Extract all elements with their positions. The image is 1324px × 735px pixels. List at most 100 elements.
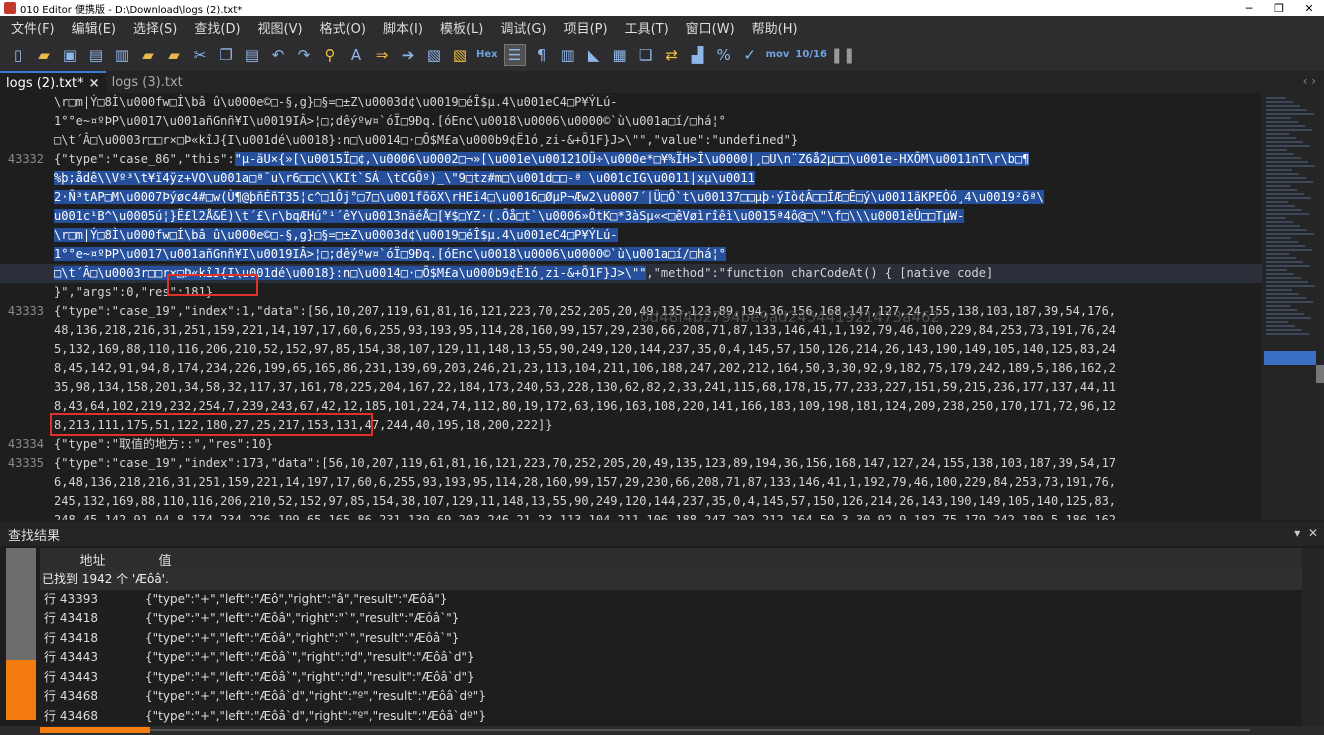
result-row[interactable]: 行 43468 {"type":"+","left":"Æôâ`d","right… bbox=[40, 687, 1302, 707]
pause-icon[interactable]: ❚❚ bbox=[830, 45, 855, 65]
paste-icon[interactable]: ▤ bbox=[242, 45, 262, 65]
result-row[interactable]: 行 43418 {"type":"+","left":"Æôâ","right":… bbox=[40, 609, 1302, 629]
editor-line[interactable]: 48,136,218,216,31,251,159,221,14,197,17,… bbox=[0, 321, 1262, 340]
save-icon[interactable]: ▣ bbox=[60, 45, 80, 65]
results-hscrollbar[interactable] bbox=[0, 726, 1324, 735]
minimap[interactable] bbox=[1262, 93, 1324, 520]
columns-icon[interactable]: ▥ bbox=[558, 45, 578, 65]
new-file-icon[interactable]: ▯ bbox=[8, 45, 28, 65]
menu-help[interactable]: 帮助(H) bbox=[741, 18, 804, 37]
results-vscrollbar[interactable] bbox=[1302, 548, 1324, 726]
mov-button[interactable]: mov bbox=[766, 45, 790, 65]
base-convert-button[interactable]: 10/16 bbox=[795, 45, 826, 65]
editor-line[interactable]: \r□m|Ý□8Ì\u000fw□Í\bâ û\u000e©□-§,g}□§=□… bbox=[0, 93, 1262, 112]
editor-line[interactable]: \r□m|Ý□8Ì\u000fw□Í\bâ û\u000e©□-§,g}□§=□… bbox=[0, 226, 1262, 245]
editor-line[interactable]: 43334 {"type":"取值的地方::","res":10} bbox=[0, 435, 1262, 454]
bookmark-icon[interactable]: ▧ bbox=[424, 45, 444, 65]
editor-line[interactable]: 6,48,136,218,216,31,251,159,221,14,197,1… bbox=[0, 473, 1262, 492]
menu-project[interactable]: 项目(P) bbox=[553, 18, 614, 37]
menu-view[interactable]: 视图(V) bbox=[247, 18, 309, 37]
menu-format[interactable]: 格式(O) bbox=[309, 18, 372, 37]
menu-script[interactable]: 脚本(I) bbox=[372, 18, 429, 37]
calculator-icon[interactable]: ▦ bbox=[610, 45, 630, 65]
editor-line[interactable]: 43335 {"type":"case_19","index":173,"data… bbox=[0, 454, 1262, 473]
save-all-icon[interactable]: ▥ bbox=[112, 45, 132, 65]
menu-select[interactable]: 选择(S) bbox=[122, 18, 183, 37]
minimap-line bbox=[1266, 225, 1300, 227]
pin-icon[interactable]: ▾ bbox=[1294, 526, 1300, 540]
menu-window[interactable]: 窗口(W) bbox=[675, 18, 741, 37]
editor-scrollbar-thumb[interactable] bbox=[1316, 365, 1324, 383]
histogram-icon[interactable]: ▟ bbox=[688, 45, 708, 65]
column-header-value[interactable]: 值 bbox=[145, 550, 185, 569]
editor-line[interactable]: 35,98,134,158,201,34,58,32,117,37,161,78… bbox=[0, 378, 1262, 397]
tab-logs-3[interactable]: logs (3).txt bbox=[106, 71, 189, 93]
copy-icon[interactable]: ❐ bbox=[216, 45, 236, 65]
minimize-button[interactable]: ─ bbox=[1234, 2, 1264, 15]
minimap-line bbox=[1266, 105, 1300, 107]
cut-icon[interactable]: ✂ bbox=[190, 45, 210, 65]
compare-icon[interactable]: ❏ bbox=[636, 45, 656, 65]
editor-line[interactable]: 1°°e~¤ºÞP\u0017\u001añGnñ¥I\u0019IÂ>¦□;d… bbox=[0, 245, 1262, 264]
editor-line[interactable]: 8,45,142,91,94,8,174,234,226,199,65,165,… bbox=[0, 359, 1262, 378]
menu-tools[interactable]: 工具(T) bbox=[614, 18, 675, 37]
open-folder-icon[interactable]: ▰ bbox=[34, 45, 54, 65]
close-panel-icon[interactable]: ✕ bbox=[1308, 526, 1318, 540]
text-editor[interactable]: \r□m|Ý□8Ì\u000fw□Í\bâ û\u000e©□-§,g}□§=□… bbox=[0, 93, 1262, 520]
editor-line[interactable]: 43332 {"type":"case_86","this":"µ-äU×{»[\… bbox=[0, 150, 1262, 169]
editor-line[interactable]: 5,132,169,88,110,116,206,210,52,152,97,8… bbox=[0, 340, 1262, 359]
find-in-files-icon[interactable]: ⇒ bbox=[372, 45, 392, 65]
tab-close-icon[interactable]: × bbox=[89, 76, 100, 91]
minimap-line bbox=[1266, 245, 1305, 247]
results-overview-bar[interactable] bbox=[6, 548, 36, 720]
editor-line[interactable]: □\t´Â□\u0003r□□r×□Þ«kîJ{I\u001dé\u0018}:… bbox=[0, 131, 1262, 150]
find-icon[interactable]: ⚲ bbox=[320, 45, 340, 65]
editor-line[interactable]: %þ;ådê\\Vº³\t¥ï4ÿz+VO\u001a□ª¯u\r6□□c\\K… bbox=[0, 169, 1262, 188]
paragraph-icon[interactable]: ¶ bbox=[532, 45, 552, 65]
hscroll-thumb[interactable] bbox=[40, 727, 150, 733]
undo-icon[interactable]: ↶ bbox=[268, 45, 288, 65]
minimap-line bbox=[1266, 205, 1295, 207]
percent-icon[interactable]: % bbox=[714, 45, 734, 65]
editor-line[interactable]: u001c¹B^\u0005ú¦}Ë£l2Å&É)\t´£\r\bqÆHú°¹´… bbox=[0, 207, 1262, 226]
folder-icon[interactable]: ▰ bbox=[138, 45, 158, 65]
editor-line[interactable]: 248,45,142,91,94,8,174,234,226,199,65,16… bbox=[0, 511, 1262, 520]
tab-scroll-arrows[interactable]: ‹ › bbox=[1303, 74, 1316, 88]
panel-controls[interactable]: ▾ ✕ bbox=[1294, 526, 1318, 540]
checksum-icon[interactable]: ✓ bbox=[740, 45, 760, 65]
close-window-button[interactable]: ✕ bbox=[1294, 2, 1324, 15]
editor-line[interactable]: 245,132,169,88,110,116,206,210,52,152,97… bbox=[0, 492, 1262, 511]
menu-edit[interactable]: 编辑(E) bbox=[61, 18, 122, 37]
minimap-line bbox=[1266, 101, 1293, 103]
minimap-line bbox=[1266, 181, 1313, 183]
column-header-address[interactable]: 地址 bbox=[40, 550, 145, 569]
menu-debug[interactable]: 调试(G) bbox=[489, 18, 552, 37]
bookmark-next-icon[interactable]: ▧ bbox=[450, 45, 470, 65]
replace-icon[interactable]: A bbox=[346, 45, 366, 65]
result-row[interactable]: 行 43443 {"type":"+","left":"Æôâ`","right"… bbox=[40, 648, 1302, 668]
result-address: 行 43418 bbox=[44, 611, 98, 625]
redo-icon[interactable]: ↷ bbox=[294, 45, 314, 65]
tab-logs-2[interactable]: logs (2).txt* × bbox=[0, 71, 106, 93]
workspace-icon[interactable]: ▰ bbox=[164, 45, 184, 65]
editor-line[interactable]: 2·Ñ³tAP□M\u0007Þýøc4#□w(Ù¶@þñÉñT35¦c^□1Ô… bbox=[0, 188, 1262, 207]
result-row[interactable]: 行 43468 {"type":"+","left":"Æôâ`d","right… bbox=[40, 707, 1302, 727]
maximize-button[interactable]: ❐ bbox=[1264, 2, 1294, 15]
minimap-line bbox=[1266, 229, 1307, 231]
swap-icon[interactable]: ⇄ bbox=[662, 45, 682, 65]
goto-icon[interactable]: ➔ bbox=[398, 45, 418, 65]
save-as-icon[interactable]: ▤ bbox=[86, 45, 106, 65]
editor-line[interactable]: 1°°e~¤ºÞP\u0017\u001añGnñ¥I\u0019IÂ>¦□;d… bbox=[0, 112, 1262, 131]
result-row[interactable]: 行 43443 {"type":"+","left":"Æôâ`","right"… bbox=[40, 668, 1302, 688]
result-row[interactable]: 行 43393 {"type":"+","left":"Æô","right":"… bbox=[40, 590, 1302, 610]
text-mode-icon[interactable]: ☰ bbox=[503, 43, 526, 66]
minimap-line bbox=[1266, 265, 1310, 267]
result-row[interactable]: 行 43418 {"type":"+","left":"Æôâ","right":… bbox=[40, 629, 1302, 649]
minimap-line bbox=[1266, 305, 1290, 307]
menu-template[interactable]: 模板(L) bbox=[429, 18, 489, 37]
menu-file[interactable]: 文件(F) bbox=[0, 18, 61, 37]
menu-find[interactable]: 查找(D) bbox=[183, 18, 246, 37]
editor-line[interactable]: 43333 {"type":"case_19","index":1,"data":… bbox=[0, 302, 1262, 321]
highlight-icon[interactable]: ◣ bbox=[584, 45, 604, 65]
hex-mode-button[interactable]: Hex bbox=[476, 45, 498, 65]
